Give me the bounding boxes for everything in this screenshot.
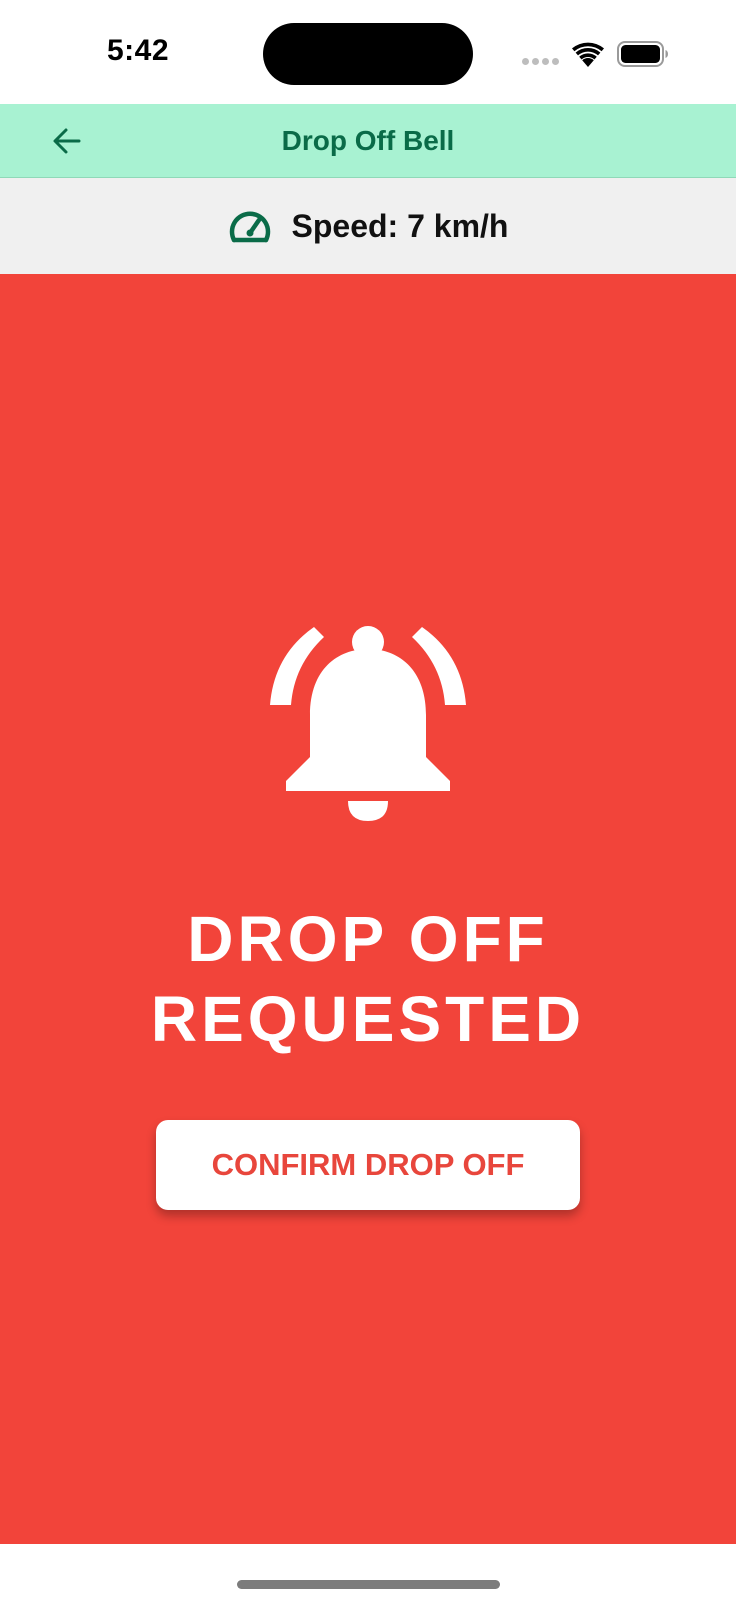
alert-title-line-2: REQUESTED — [150, 983, 586, 1055]
alert-title: DROP OFF REQUESTED — [0, 899, 736, 1059]
speed-text: Speed: 7 km/h — [291, 207, 509, 244]
status-bar: 5:42 — [0, 0, 736, 104]
confirm-drop-off-button[interactable]: CONFIRM DROP OFF — [156, 1120, 580, 1210]
cellular-signal-icon — [522, 58, 560, 66]
wifi-icon — [572, 42, 604, 67]
page-title: Drop Off Bell — [281, 125, 455, 156]
speedometer-icon — [229, 211, 270, 243]
speed-indicator: Speed: 7 km/h — [0, 178, 736, 274]
alert-title-line-1: DROP OFF — [187, 903, 549, 975]
dynamic-island — [263, 23, 473, 85]
battery-icon — [617, 41, 668, 67]
home-indicator-area — [0, 1544, 736, 1600]
home-indicator[interactable] — [237, 1580, 500, 1589]
app-bar: Drop Off Bell — [0, 104, 736, 178]
status-time: 5:42 — [107, 34, 170, 67]
drop-off-alert-panel: DROP OFF REQUESTED CONFIRM DROP OFF — [0, 274, 736, 1544]
ringing-bell-icon — [270, 626, 466, 821]
